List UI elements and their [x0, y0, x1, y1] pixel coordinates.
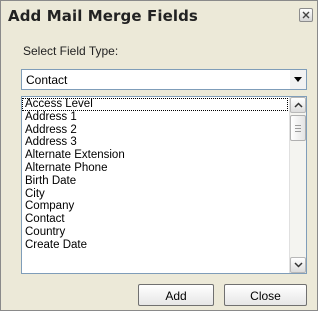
list-item[interactable]: Address 1	[22, 111, 288, 124]
list-item[interactable]: Company	[22, 200, 288, 213]
list-item[interactable]: Address 3	[22, 136, 288, 149]
field-type-dropdown[interactable]: Contact	[21, 69, 307, 90]
scroll-down-arrow-icon[interactable]	[290, 257, 306, 273]
dialog-title: Add Mail Merge Fields	[8, 7, 198, 25]
add-mail-merge-fields-dialog: Add Mail Merge Fields Select Field Type:…	[0, 0, 318, 311]
chevron-down-icon[interactable]	[290, 70, 306, 89]
list-item[interactable]: Alternate Extension	[22, 149, 288, 162]
list-item[interactable]: Alternate Phone	[22, 162, 288, 175]
list-item[interactable]: City	[22, 188, 288, 201]
list-item[interactable]: Country	[22, 226, 288, 239]
add-button[interactable]: Add	[138, 284, 214, 306]
field-type-selected-value: Contact	[26, 73, 68, 87]
list-item[interactable]: Access Level	[22, 98, 288, 111]
list-item[interactable]: Contact	[22, 213, 288, 226]
close-icon[interactable]	[299, 8, 313, 22]
fields-listbox[interactable]: Access Level Address 1 Address 2 Address 3A…	[21, 96, 307, 274]
scroll-up-arrow-icon[interactable]	[290, 97, 306, 113]
fields-list: Access Level Address 1 Address 2 Address 3A…	[22, 98, 288, 252]
close-button[interactable]: Close	[224, 284, 307, 306]
select-field-type-label: Select Field Type:	[23, 44, 119, 58]
list-item[interactable]: Create Date	[22, 239, 288, 252]
list-item[interactable]: Birth Date	[22, 175, 288, 188]
list-item[interactable]: Address 2	[22, 124, 288, 137]
scroll-thumb[interactable]	[290, 115, 306, 141]
vertical-scrollbar[interactable]	[289, 97, 306, 273]
title-bar[interactable]: Add Mail Merge Fields	[2, 2, 316, 30]
